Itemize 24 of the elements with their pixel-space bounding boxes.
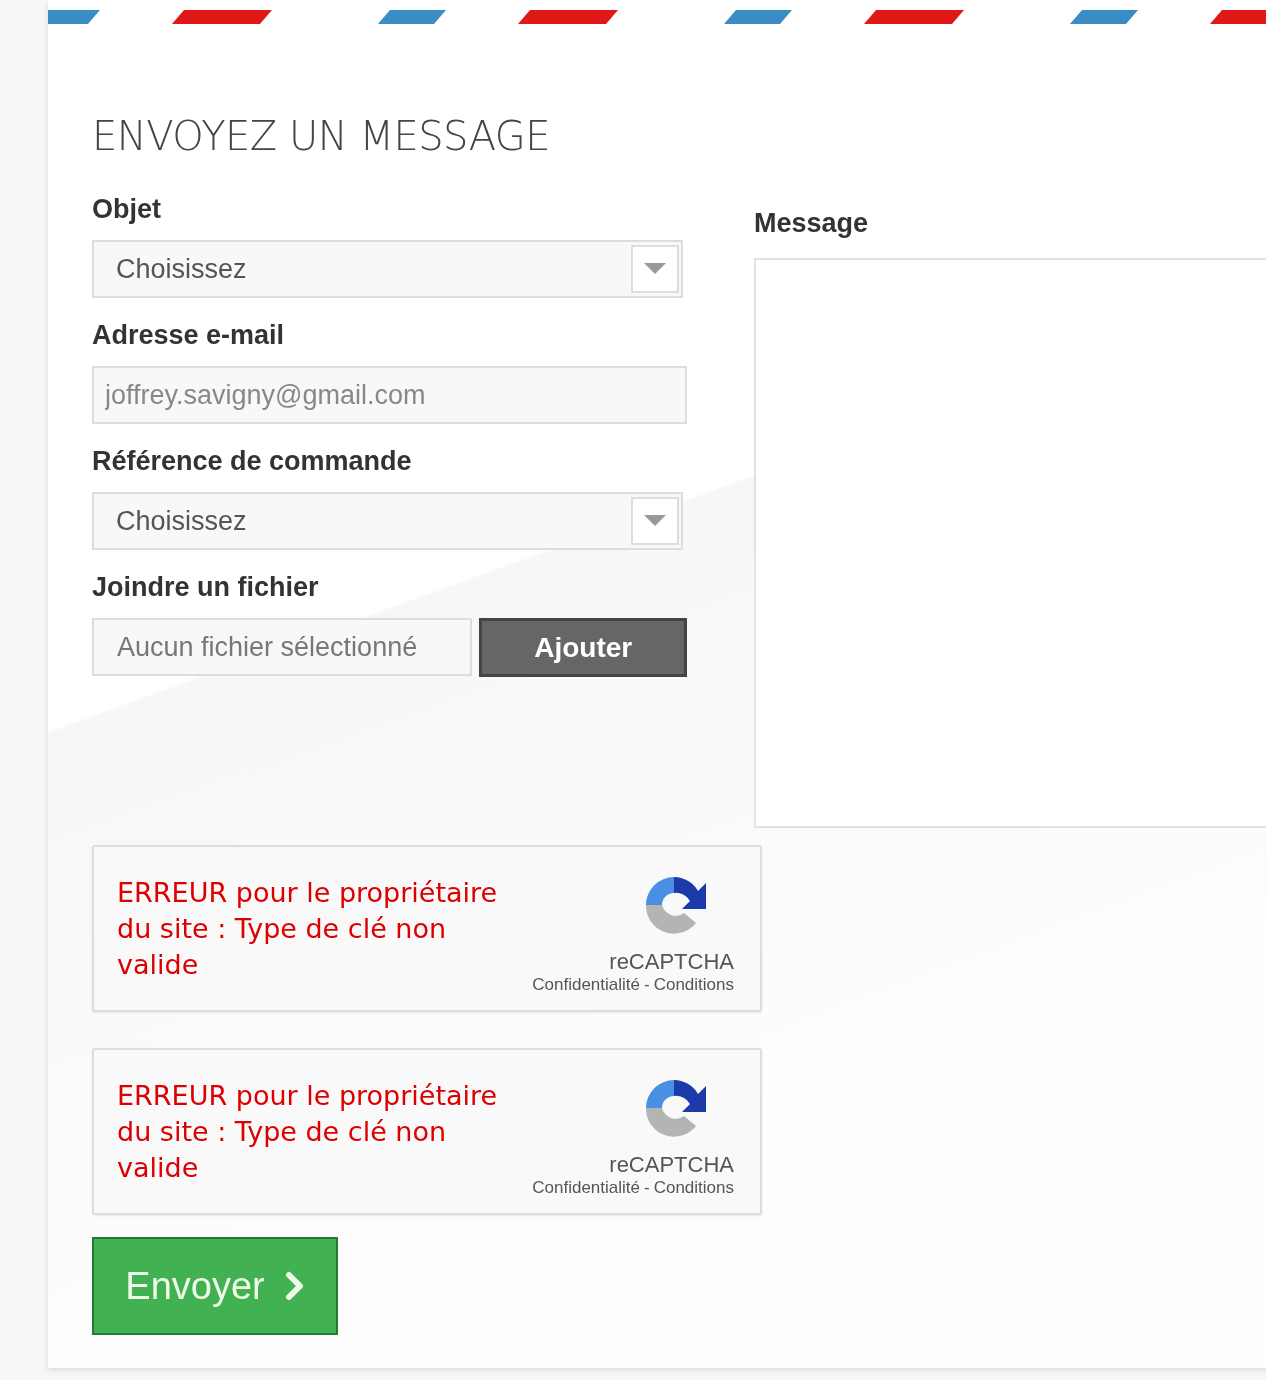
field-label: Adresse e-mail xyxy=(92,319,286,352)
recaptcha-label: reCAPTCHA xyxy=(609,949,734,975)
file-field[interactable]: Aucun fichier sélectionné xyxy=(92,618,473,676)
select-field[interactable]: Choisissez xyxy=(92,240,683,298)
add-file-button[interactable]: Ajouter xyxy=(479,618,687,677)
field-label: Joindre un fichier xyxy=(92,571,320,604)
field-label: Message xyxy=(754,207,870,240)
error-message: ERREUR pour le propriétaire du site : Type de clé non valide xyxy=(117,876,499,982)
field-label: Référence de commande xyxy=(92,445,413,478)
caret-icon xyxy=(631,497,679,545)
message-field[interactable] xyxy=(754,258,1266,828)
error-message: ERREUR pour le propriétaire du site : Type de clé non valide xyxy=(117,1079,499,1185)
field-label: Objet xyxy=(92,193,162,226)
select-field[interactable]: Choisissez xyxy=(92,492,683,550)
chevron-right-icon xyxy=(284,1271,305,1301)
recaptcha-label: reCAPTCHA xyxy=(609,1152,734,1178)
terms-link[interactable]: Conditions xyxy=(653,1178,734,1198)
form-title: ENVOYEZ UN MESSAGE xyxy=(92,116,552,156)
link-separator: - xyxy=(644,975,650,995)
privacy-link[interactable]: Confidentialité xyxy=(532,1178,640,1198)
terms-link[interactable]: Conditions xyxy=(653,975,734,995)
caret-icon xyxy=(631,245,679,293)
link-separator: - xyxy=(644,1178,650,1198)
privacy-link[interactable]: Confidentialité xyxy=(532,975,640,995)
